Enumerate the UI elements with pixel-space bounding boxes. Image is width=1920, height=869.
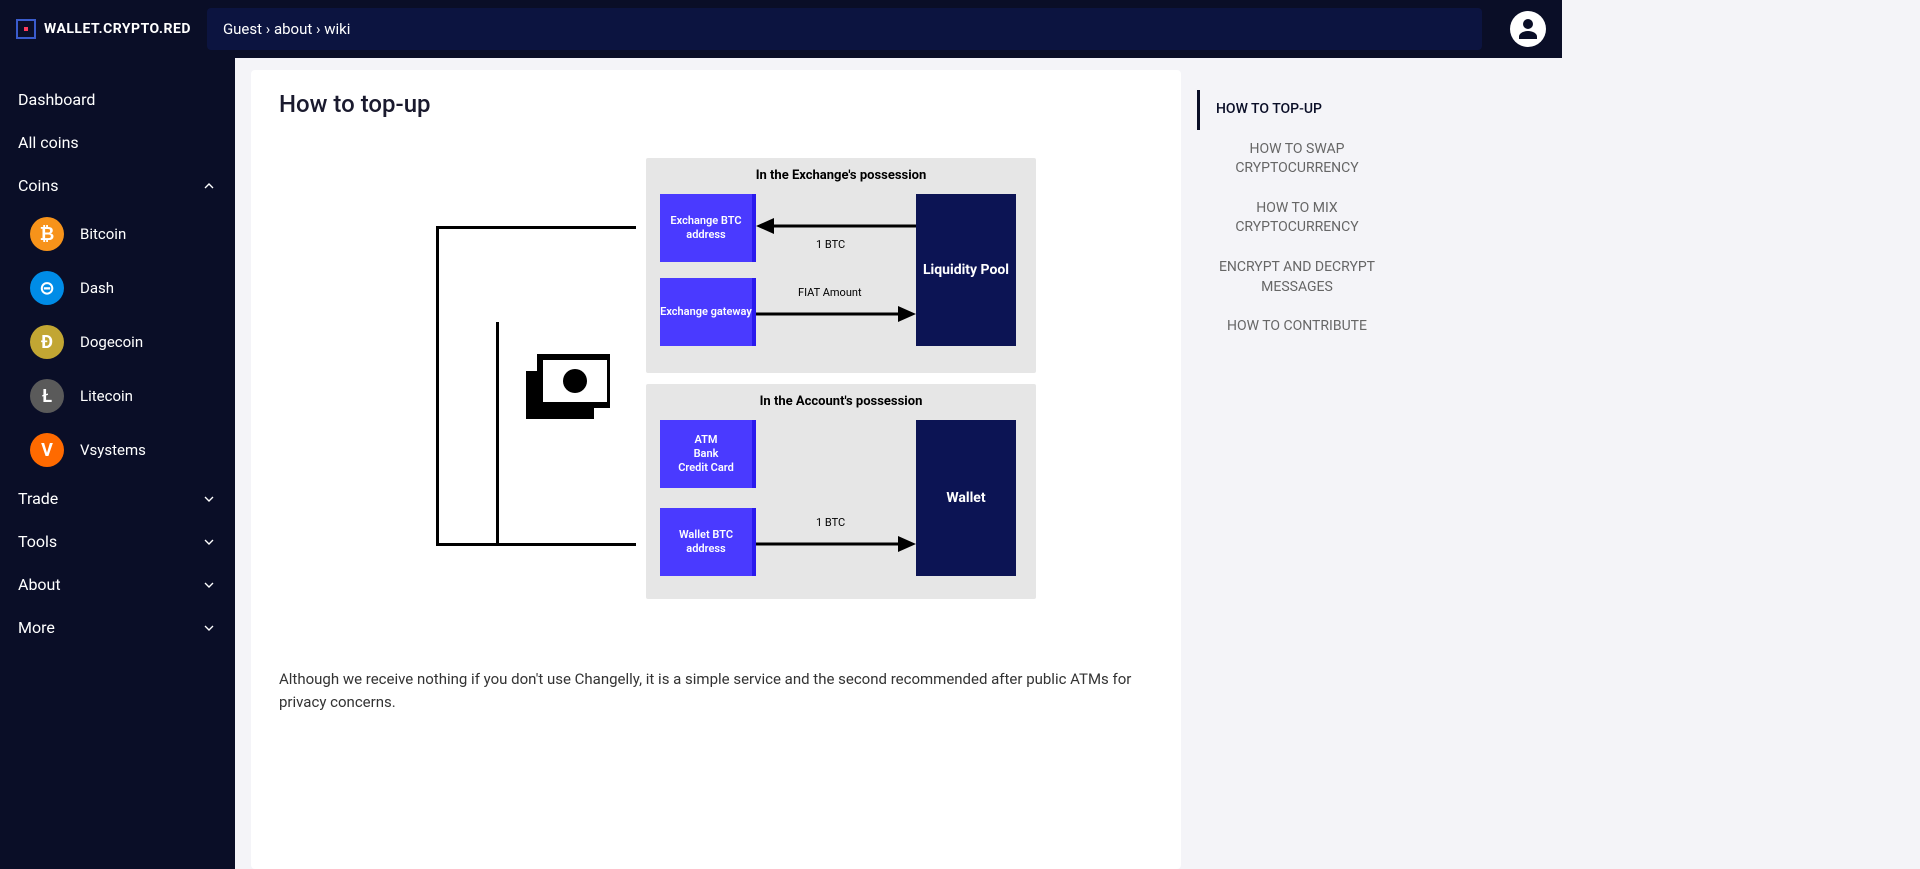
group-title-exchange: In the Exchange's possession xyxy=(656,168,1026,183)
main-content: How to top-up In the Exchange's xyxy=(235,58,1562,869)
box-wallet: Wallet xyxy=(916,420,1016,576)
coin-label: Bitcoin xyxy=(80,225,126,243)
money-icon xyxy=(526,353,610,427)
sidebar-label-all-coins: All coins xyxy=(18,133,79,152)
account-button[interactable] xyxy=(1510,11,1546,47)
topup-diagram: In the Exchange's possession Exchange BT… xyxy=(279,158,1153,628)
box-liquidity-pool: Liquidity Pool xyxy=(916,194,1016,346)
logo[interactable]: WALLET.CRYPTO.RED xyxy=(16,19,191,39)
coin-label: Dogecoin xyxy=(80,333,143,351)
arrow-label-fiat: FIAT Amount xyxy=(798,286,862,299)
arrow-right-icon xyxy=(756,534,916,554)
sidebar-coin-litecoin[interactable]: Ł Litecoin xyxy=(0,369,235,423)
sidebar-coin-bitcoin[interactable]: ₿ Bitcoin xyxy=(0,207,235,261)
chevron-down-icon xyxy=(201,534,217,550)
table-of-contents: HOW TO TOP-UPHOW TO SWAP CRYPTOCURRENCYH… xyxy=(1197,70,1397,869)
logo-text: WALLET.CRYPTO.RED xyxy=(44,21,191,37)
arrow-right-icon xyxy=(756,304,916,324)
breadcrumb-text: Guest › about › wiki xyxy=(223,20,350,38)
arrow-label-1btc: 1 BTC xyxy=(816,238,845,251)
sidebar-label-tools: Tools xyxy=(18,532,57,551)
box-wallet-btc: Wallet BTC address xyxy=(660,508,756,576)
sidebar-label-about: About xyxy=(18,575,61,594)
coin-label: Dash xyxy=(80,279,114,297)
top-bar: WALLET.CRYPTO.RED Guest › about › wiki xyxy=(0,0,1562,58)
box-exchange-gateway: Exchange gateway xyxy=(660,278,756,346)
sidebar-item-tools[interactable]: Tools xyxy=(0,520,235,563)
coin-icon: Ł xyxy=(30,379,64,413)
sidebar-item-all-coins[interactable]: All coins xyxy=(0,121,235,164)
user-icon xyxy=(1516,17,1540,41)
arrow-left-icon xyxy=(756,216,916,236)
sidebar-item-about[interactable]: About xyxy=(0,563,235,606)
sidebar-coin-vsystems[interactable]: V Vsystems xyxy=(0,423,235,477)
sidebar-coin-dogecoin[interactable]: Ð Dogecoin xyxy=(0,315,235,369)
chevron-up-icon xyxy=(201,178,217,194)
sidebar-item-dashboard[interactable]: Dashboard xyxy=(0,78,235,121)
sidebar-item-more[interactable]: More xyxy=(0,606,235,649)
sidebar-label-coins: Coins xyxy=(18,176,59,195)
toc-item[interactable]: ENCRYPT AND DECRYPT MESSAGES xyxy=(1197,248,1397,307)
coin-icon: ₿ xyxy=(30,217,64,251)
sidebar: Dashboard All coins Coins ₿ Bitcoin ⊝ Dash Ð… xyxy=(0,58,235,869)
breadcrumb[interactable]: Guest › about › wiki xyxy=(207,8,1482,50)
arrow-label-1btc-2: 1 BTC xyxy=(816,516,845,529)
chevron-down-icon xyxy=(201,491,217,507)
toc-item[interactable]: HOW TO MIX CRYPTOCURRENCY xyxy=(1197,189,1397,248)
chevron-down-icon xyxy=(201,620,217,636)
article-body: Although we receive nothing if you don't… xyxy=(279,668,1153,713)
box-atm-bank: ATM Bank Credit Card xyxy=(660,420,756,488)
toc-item[interactable]: HOW TO TOP-UP xyxy=(1197,90,1397,130)
sidebar-label-trade: Trade xyxy=(18,489,58,508)
chevron-down-icon xyxy=(201,577,217,593)
toc-item[interactable]: HOW TO SWAP CRYPTOCURRENCY xyxy=(1197,130,1397,189)
sidebar-label-more: More xyxy=(18,618,55,637)
page-title: How to top-up xyxy=(279,90,1153,118)
coin-icon: Ð xyxy=(30,325,64,359)
coin-icon: ⊝ xyxy=(30,271,64,305)
sidebar-coin-dash[interactable]: ⊝ Dash xyxy=(0,261,235,315)
sidebar-item-trade[interactable]: Trade xyxy=(0,477,235,520)
coin-label: Litecoin xyxy=(80,387,133,405)
coin-label: Vsystems xyxy=(80,441,146,459)
logo-icon xyxy=(16,19,36,39)
toc-item[interactable]: HOW TO CONTRIBUTE xyxy=(1197,307,1397,347)
article-card: How to top-up In the Exchange's xyxy=(251,70,1181,869)
sidebar-item-coins[interactable]: Coins xyxy=(0,164,235,207)
box-exchange-btc: Exchange BTC address xyxy=(660,194,756,262)
coin-icon: V xyxy=(30,433,64,467)
group-title-account: In the Account's possession xyxy=(656,394,1026,409)
sidebar-label-dashboard: Dashboard xyxy=(18,90,95,109)
